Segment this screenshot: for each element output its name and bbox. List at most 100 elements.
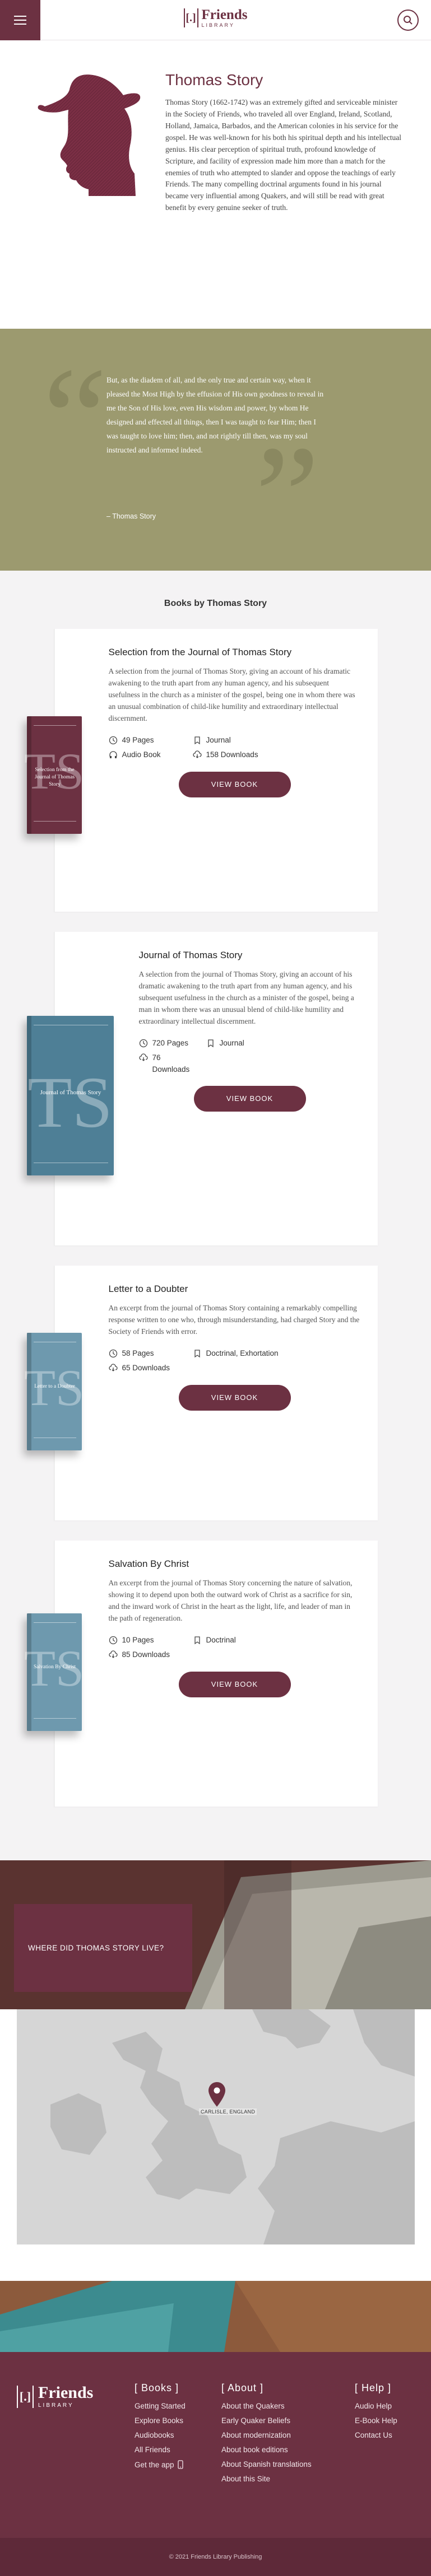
author-section: Thomas Story Thomas Story (1662-1742) wa… xyxy=(0,40,431,329)
view-book-button[interactable]: VIEW BOOK xyxy=(193,1085,306,1112)
book-audio: Audio Book xyxy=(122,750,161,759)
book-downloads: 158 Downloads xyxy=(206,750,258,759)
book-description: A selection from the journal of Thomas S… xyxy=(138,970,354,1025)
bookmark-icon xyxy=(194,1636,200,1644)
books-heading: Books by Thomas Story xyxy=(164,599,267,608)
book-card: TS Salvation By Christ Salvation By Chri… xyxy=(24,1541,378,1807)
view-book-button[interactable]: VIEW BOOK xyxy=(178,1671,291,1697)
book-card: TS Journal of Thomas Story Journal of Th… xyxy=(26,932,378,1245)
book-type: Doctrinal, Exhortation xyxy=(206,1349,279,1358)
quote-attribution: – Thomas Story xyxy=(106,512,156,520)
site-footer: [.] Friends LIBRARY [ Books ] Getting St… xyxy=(0,2352,431,2576)
footer-link[interactable]: Getting Started xyxy=(135,2402,186,2410)
book-downloads-count: 76 xyxy=(152,1053,161,1062)
book-downloads: 65 Downloads xyxy=(122,1364,170,1373)
author-silhouette-image xyxy=(38,74,141,196)
book-meta: 58 Pages Doctrinal, Exhortation 65 Downl… xyxy=(108,1349,361,1373)
footer-logo[interactable]: [.] Friends LIBRARY xyxy=(17,2384,93,2409)
footer-link[interactable]: About book editions xyxy=(221,2446,312,2454)
logo-sub: LIBRARY xyxy=(201,22,235,28)
footer-link[interactable]: About Spanish translations xyxy=(221,2460,312,2468)
open-quote-icon: “ xyxy=(43,338,108,499)
site-logo[interactable]: [.] Friends LIBRARY xyxy=(183,7,248,28)
footer-logo-mark: [.] xyxy=(17,2385,34,2408)
book-downloads-label: Downloads xyxy=(152,1065,190,1074)
book-pages: 720 Pages xyxy=(152,1039,189,1048)
book-title[interactable]: Selection from the Journal of Thomas Sto… xyxy=(109,647,361,658)
book-meta: 49 Pages Journal Audio Book 158 Download… xyxy=(109,736,361,759)
site-header: [.] Friends LIBRARY xyxy=(0,0,431,40)
phone-icon xyxy=(177,2460,183,2469)
author-name: Thomas Story xyxy=(165,71,263,88)
map-pin-icon[interactable] xyxy=(208,2082,225,2107)
footer-logo-sub: LIBRARY xyxy=(38,2402,74,2409)
footer-link[interactable]: Audio Help xyxy=(355,2402,397,2410)
logo-name: Friends xyxy=(201,7,248,22)
book-type: Journal xyxy=(206,736,231,745)
book-description: A selection from the journal of Thomas S… xyxy=(108,667,355,722)
footer-help-heading: [ Help ] xyxy=(355,2382,392,2393)
footer-about-column: [ About ] About the Quakers Early Quaker… xyxy=(221,2382,312,2489)
book-type: Doctrinal xyxy=(206,1636,236,1645)
menu-button[interactable] xyxy=(0,0,40,40)
footer-books-column: [ Books ] Getting Started Explore Books … xyxy=(135,2382,186,2475)
book-description: An excerpt from the journal of Thomas St… xyxy=(108,1304,360,1336)
view-book-button[interactable]: VIEW BOOK xyxy=(178,771,291,797)
location-map[interactable]: CARLISLE, ENGLAND xyxy=(17,2009,415,2244)
clock-icon xyxy=(109,1636,117,1644)
map-section: CARLISLE, ENGLAND xyxy=(0,2009,431,2281)
author-bio: Thomas Story (1662-1742) was an extremel… xyxy=(165,98,402,212)
book-pages: 58 Pages xyxy=(122,1349,154,1358)
book-title[interactable]: Journal of Thomas Story xyxy=(139,950,361,961)
view-book-button[interactable]: VIEW BOOK xyxy=(178,1384,291,1411)
book-title[interactable]: Letter to a Doubter xyxy=(109,1284,361,1295)
footer-link[interactable]: Explore Books xyxy=(135,2416,186,2425)
footer-link[interactable]: About this Site xyxy=(221,2475,312,2483)
footer-link[interactable]: Early Quaker Beliefs xyxy=(221,2416,312,2425)
cloud-download-icon xyxy=(138,1053,148,1061)
where-banner: WHERE DID THOMAS STORY LIVE? xyxy=(0,1860,431,2009)
bookmark-icon xyxy=(194,1350,200,1358)
search-icon xyxy=(404,16,413,25)
quote-text: But, as the diadem of all, and the only … xyxy=(106,376,324,454)
book-pages: 49 Pages xyxy=(122,736,154,745)
where-heading-box: WHERE DID THOMAS STORY LIVE? xyxy=(14,1904,192,1992)
where-heading: WHERE DID THOMAS STORY LIVE? xyxy=(28,1944,164,1952)
book-description: An excerpt from the journal of Thomas St… xyxy=(108,1579,353,1622)
clock-icon xyxy=(109,1349,117,1357)
search-button[interactable] xyxy=(397,10,419,31)
quote-section: “ ” But, as the diadem of all, and the o… xyxy=(0,329,431,571)
footer-banner xyxy=(0,2281,431,2352)
headphones-icon xyxy=(109,750,117,758)
book-meta: 720 Pages Journal 76 Downloads xyxy=(138,1039,361,1074)
footer-logo-name: Friends xyxy=(38,2383,94,2402)
footer-about-heading: [ About ] xyxy=(221,2382,264,2393)
logo-mark: [.] xyxy=(183,8,198,27)
footer-books-heading: [ Books ] xyxy=(135,2382,179,2393)
book-card: TS Selection from the Journal of Thomas … xyxy=(24,629,378,912)
copyright-text: © 2021 Friends Library Publishing xyxy=(169,2554,262,2560)
clock-icon xyxy=(139,1039,147,1047)
cloud-download-icon xyxy=(108,1650,118,1658)
cloud-download-icon xyxy=(108,1364,118,1371)
book-meta: 10 Pages Doctrinal 85 Downloads xyxy=(108,1636,361,1659)
bookmark-icon xyxy=(194,736,200,744)
footer-link[interactable]: E-Book Help xyxy=(355,2416,397,2425)
footer-link[interactable]: Contact Us xyxy=(355,2431,397,2439)
footer-link[interactable]: About modernization xyxy=(221,2431,312,2439)
book-title[interactable]: Salvation By Christ xyxy=(109,1558,361,1570)
bookmark-icon xyxy=(207,1039,214,1047)
get-app-link[interactable]: Get the app xyxy=(135,2460,186,2469)
footer-link[interactable]: All Friends xyxy=(135,2446,186,2454)
book-downloads: 85 Downloads xyxy=(122,1650,170,1659)
books-section: Books by Thomas Story TS Selection from … xyxy=(0,571,431,1860)
footer-books-image xyxy=(0,2281,431,2352)
footer-help-column: [ Help ] Audio Help E-Book Help Contact … xyxy=(355,2382,397,2446)
copyright-bar: © 2021 Friends Library Publishing xyxy=(0,2538,431,2576)
book-type: Journal xyxy=(219,1039,244,1048)
footer-link[interactable]: Audiobooks xyxy=(135,2431,186,2439)
cloud-download-icon xyxy=(192,750,202,758)
footer-link[interactable]: About the Quakers xyxy=(221,2402,312,2410)
book-pages: 10 Pages xyxy=(122,1636,154,1645)
book-card: TS Letter to a Doubter Letter to a Doubt… xyxy=(24,1266,378,1520)
